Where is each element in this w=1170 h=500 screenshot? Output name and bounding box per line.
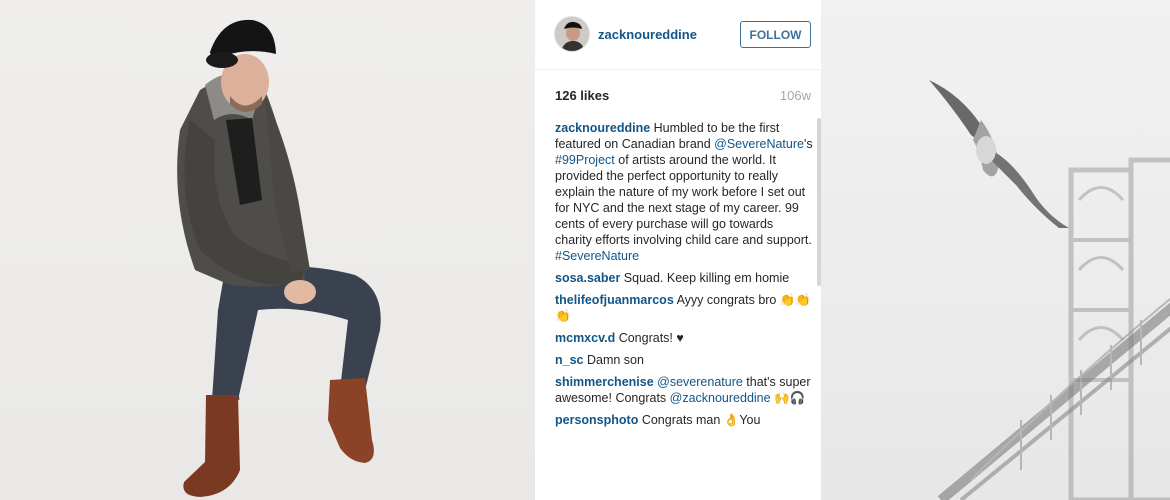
author-avatar[interactable]: [554, 16, 590, 52]
comment-text: Squad. Keep killing em homie: [620, 271, 790, 285]
comment-item: thelifeofjuanmarcos Ayyy congrats bro 👏👏…: [555, 292, 813, 324]
likes-count[interactable]: 126 likes: [555, 88, 609, 103]
comment-text: Damn son: [583, 353, 644, 367]
post-meta: 126 likes 106w: [555, 88, 811, 104]
comment-username[interactable]: mcmxcv.d: [555, 331, 615, 345]
comment-username[interactable]: sosa.saber: [555, 271, 620, 285]
comment-text: 🙌🎧: [770, 391, 806, 405]
comment-text: 's: [803, 137, 813, 151]
bridge-seagull-illustration: [821, 0, 1170, 500]
post-age[interactable]: 106w: [780, 88, 811, 103]
comment-username[interactable]: thelifeofjuanmarcos: [555, 293, 674, 307]
comment-item: n_sc Damn son: [555, 352, 813, 368]
post-photo[interactable]: [0, 0, 535, 500]
comment-mention-link[interactable]: @zacknoureddine: [670, 391, 771, 405]
comment-username[interactable]: zacknoureddine: [555, 121, 650, 135]
post-sidebar: zacknoureddine FOLLOW 126 likes 106w zac…: [535, 0, 821, 500]
author-username[interactable]: zacknoureddine: [598, 27, 697, 42]
comment-mention-link[interactable]: #99Project: [555, 153, 615, 167]
comment-mention-link[interactable]: #SevereNature: [555, 249, 639, 263]
comment-username[interactable]: n_sc: [555, 353, 584, 367]
comment-text: of artists around the world. It provided…: [555, 153, 812, 247]
comment-item: sosa.saber Squad. Keep killing em homie: [555, 270, 813, 286]
comment-item: mcmxcv.d Congrats! ♥: [555, 330, 813, 346]
comment-username[interactable]: personsphoto: [555, 413, 638, 427]
comment-item: personsphoto Congrats man 👌You: [555, 412, 813, 428]
comment-item: shimmerchenise @severenature that's supe…: [555, 374, 813, 406]
comment-username[interactable]: shimmerchenise: [555, 375, 654, 389]
comment-text: Congrats man 👌You: [638, 413, 761, 427]
background-image: [821, 0, 1170, 500]
post-header: zacknoureddine FOLLOW: [535, 0, 821, 70]
comment-item: zacknoureddine Humbled to be the first f…: [555, 120, 813, 264]
comment-mention-link[interactable]: @severenature: [657, 375, 743, 389]
comment-text: Congrats! ♥: [615, 331, 684, 345]
follow-button[interactable]: FOLLOW: [740, 21, 811, 48]
man-sitting-illustration: [177, 19, 381, 497]
comments-list[interactable]: zacknoureddine Humbled to be the first f…: [555, 120, 813, 474]
comment-mention-link[interactable]: @SevereNature: [714, 137, 804, 151]
avatar-image: [555, 17, 589, 51]
